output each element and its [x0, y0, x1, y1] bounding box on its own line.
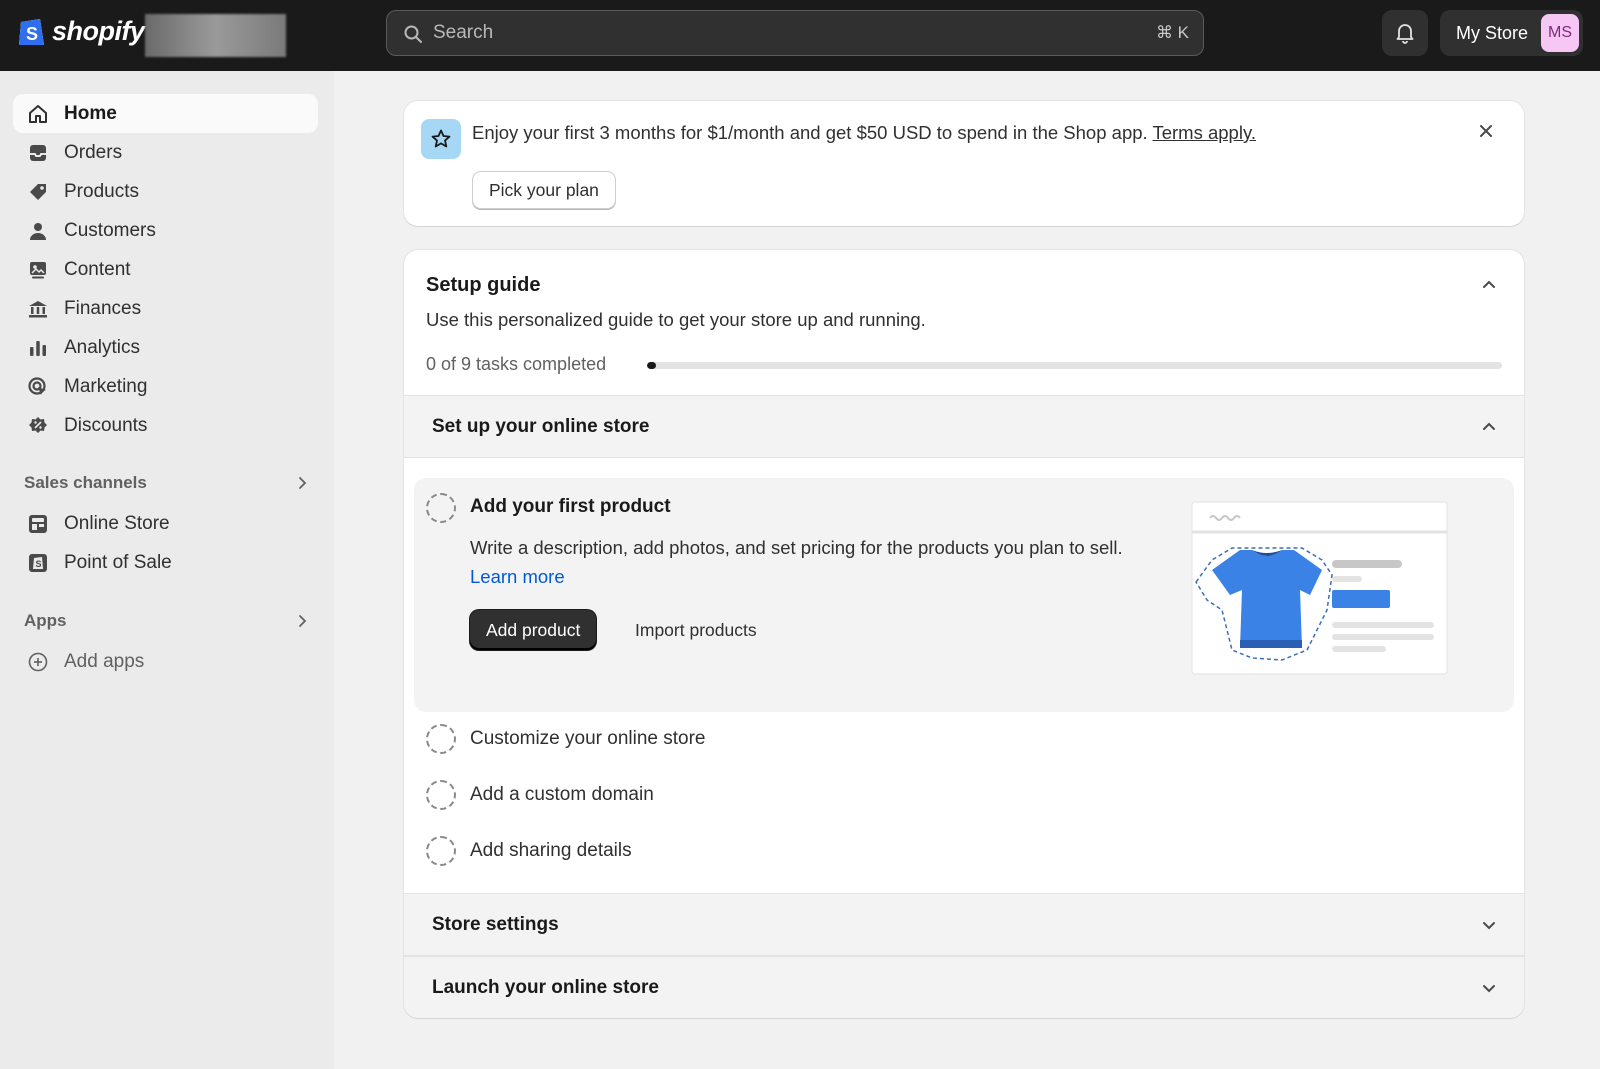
tag-icon — [27, 181, 49, 203]
inbox-icon — [27, 142, 49, 164]
add-product-button[interactable]: Add product — [470, 610, 597, 650]
progress-bar — [647, 362, 1502, 369]
task-description-text: Write a description, add photos, and set… — [470, 537, 1123, 558]
setup-guide-title: Setup guide — [426, 274, 541, 296]
sales-channels-header[interactable]: Sales channels — [24, 468, 310, 498]
pos-icon: S — [27, 552, 49, 574]
terms-link[interactable]: Terms apply. — [1152, 122, 1256, 143]
search-bar[interactable]: ⌘ K — [386, 10, 1204, 56]
sidebar-item-label: Point of Sale — [64, 551, 172, 573]
sidebar-item-label: Orders — [64, 141, 123, 163]
task-incomplete-icon[interactable] — [426, 493, 456, 523]
avatar: MS — [1541, 14, 1579, 52]
bar-chart-icon — [27, 337, 49, 359]
import-products-button[interactable]: Import products — [627, 610, 765, 650]
sidebar-item-online-store[interactable]: Online Store — [13, 504, 318, 543]
sidebar-item-label: Discounts — [64, 414, 148, 436]
bank-icon — [27, 298, 49, 320]
task-incomplete-icon[interactable] — [426, 724, 456, 754]
sidebar-item-finances[interactable]: Finances — [13, 289, 318, 328]
sidebar-item-marketing[interactable]: Marketing — [13, 367, 318, 406]
top-bar: S shopify ⌘ K My Store MS — [0, 0, 1600, 71]
home-icon — [27, 103, 49, 125]
sidebar-item-label: Products — [64, 180, 139, 202]
sidebar-item-label: Home — [64, 102, 117, 124]
svg-text:S: S — [36, 559, 42, 569]
progress-fill — [647, 362, 656, 369]
product-illustration — [1191, 501, 1448, 675]
sidebar-item-add-apps[interactable]: Add apps — [13, 642, 318, 681]
bell-icon — [1396, 24, 1414, 44]
logo-wordmark: shopify — [52, 15, 145, 46]
sidebar-item-products[interactable]: Products — [13, 172, 318, 211]
person-icon — [27, 220, 49, 242]
sidebar-item-label: Finances — [64, 297, 142, 319]
setup-guide-card: Setup guide Use this personalized guide … — [404, 250, 1524, 1018]
chevron-right-icon — [299, 615, 307, 627]
chevron-up-icon[interactable] — [1480, 276, 1498, 294]
task-add-sharing-details[interactable]: Add sharing details — [470, 840, 632, 862]
sidebar-item-discounts[interactable]: Discounts — [13, 406, 318, 445]
pick-plan-button[interactable]: Pick your plan — [472, 171, 616, 209]
sidebar-item-orders[interactable]: Orders — [13, 133, 318, 172]
chevron-down-icon — [1483, 985, 1495, 993]
sidebar-item-content[interactable]: Content — [13, 250, 318, 289]
promo-banner: Enjoy your first 3 months for $1/month a… — [404, 101, 1524, 226]
store-menu-button[interactable]: My Store MS — [1440, 10, 1583, 56]
close-icon[interactable] — [1478, 123, 1494, 139]
chevron-right-icon — [299, 477, 307, 489]
sidebar-item-analytics[interactable]: Analytics — [13, 328, 318, 367]
sidebar-item-label: Analytics — [64, 336, 141, 358]
task-title: Add your first product — [470, 496, 671, 517]
section-title: Store settings — [432, 914, 559, 935]
notifications-button[interactable] — [1382, 10, 1428, 56]
banner-text: Enjoy your first 3 months for $1/month a… — [472, 122, 1148, 143]
chevron-up-icon — [1483, 422, 1495, 430]
task-description: Write a description, add photos, and set… — [470, 533, 1150, 591]
chevron-down-icon — [1483, 922, 1495, 930]
sidebar-item-label: Content — [64, 258, 131, 280]
sales-channels-label: Sales channels — [24, 473, 147, 492]
store-name: My Store — [1456, 22, 1529, 43]
progress-text: 0 of 9 tasks completed — [426, 354, 607, 374]
sidebar-item-customers[interactable]: Customers — [13, 211, 318, 250]
store-icon — [27, 513, 49, 535]
sidebar-item-label: Online Store — [64, 512, 170, 534]
apps-header[interactable]: Apps — [24, 606, 310, 636]
task-customize-online-store[interactable]: Customize your online store — [470, 728, 706, 750]
learn-more-link[interactable]: Learn more — [470, 566, 565, 587]
sidebar-item-label: Customers — [64, 219, 156, 241]
task-add-custom-domain[interactable]: Add a custom domain — [470, 784, 654, 806]
sidebar-item-point-of-sale[interactable]: S Point of Sale — [13, 543, 318, 582]
search-input[interactable] — [433, 11, 1133, 55]
apps-label: Apps — [24, 611, 67, 630]
svg-text:S: S — [26, 24, 38, 44]
star-icon — [421, 119, 461, 159]
store-name-redacted — [145, 14, 286, 57]
section-title: Set up your online store — [432, 416, 650, 437]
search-icon — [404, 25, 422, 43]
image-icon — [27, 259, 49, 281]
shopify-logo[interactable]: S shopify — [18, 14, 145, 48]
setup-guide-subtitle: Use this personalized guide to get your … — [426, 309, 926, 330]
section-store-settings[interactable]: Store settings — [404, 893, 1524, 956]
sidebar-item-label: Marketing — [64, 375, 148, 397]
discount-icon — [27, 415, 49, 437]
section-launch-online-store[interactable]: Launch your online store — [404, 956, 1524, 1018]
banner-message: Enjoy your first 3 months for $1/month a… — [472, 122, 1256, 144]
sidebar-item-label: Add apps — [64, 650, 145, 672]
task-add-first-product[interactable]: Add your first product Write a descripti… — [414, 478, 1514, 712]
search-shortcut: ⌘ K — [1155, 23, 1189, 42]
task-incomplete-icon[interactable] — [426, 836, 456, 866]
target-icon — [27, 376, 49, 398]
task-incomplete-icon[interactable] — [426, 780, 456, 810]
sidebar: Home Orders Products Customers Content F… — [0, 71, 334, 1069]
add-circle-icon — [27, 651, 49, 673]
sidebar-item-home[interactable]: Home — [13, 94, 318, 133]
section-title: Launch your online store — [432, 977, 659, 998]
shopify-bag-icon: S — [19, 19, 44, 45]
section-online-store[interactable]: Set up your online store — [404, 395, 1524, 458]
